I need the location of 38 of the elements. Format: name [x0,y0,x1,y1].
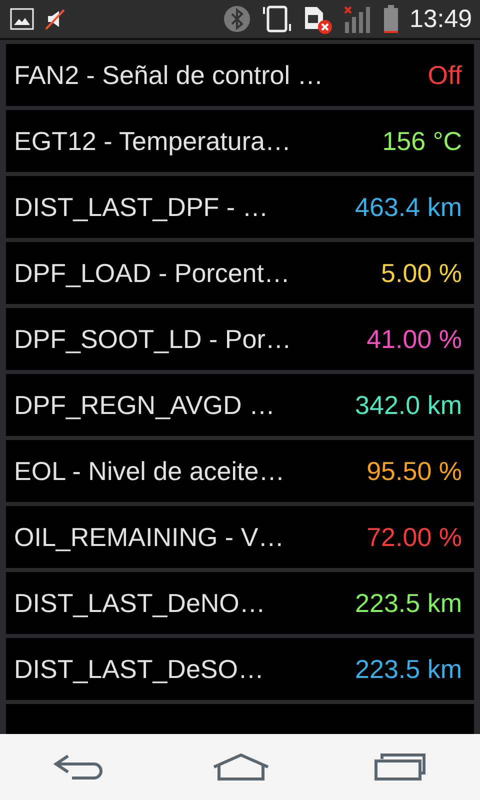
image-icon [10,8,34,30]
list-item[interactable]: OIL_REMAINING - V… 72.00 % [6,506,474,568]
parameter-label: DIST_LAST_DPF - … [14,192,270,222]
parameter-label: OIL_REMAINING - V… [14,522,286,552]
recent-apps-icon[interactable] [374,753,428,781]
parameter-value: 41.00 % [366,324,462,354]
list-item[interactable]: DIST_LAST_DeNO… 223.5 km [6,572,474,634]
mute-icon [44,8,66,30]
battery-icon [383,4,400,34]
parameter-label: EOL - Nivel de aceite… [14,456,286,486]
parameter-label: DPF_LOAD - Porcent… [14,258,291,288]
parameter-label: EGT12 - Temperatura… [14,126,292,156]
home-icon[interactable] [212,753,270,781]
list-item[interactable]: FAN2 - Señal de control … Off [6,44,474,106]
list-item[interactable]: DIST_LAST_DeSO… 223.5 km [6,638,474,700]
clock: 13:49 [409,4,472,34]
parameter-label: DIST_LAST_DeNO… [14,588,266,618]
parameter-label: DPF_SOOT_LD - Por… [14,324,292,354]
list-item[interactable]: DPF_REGN_AVGD … 342.0 km [6,374,474,436]
bluetooth-icon [223,5,252,33]
parameter-label: DPF_REGN_AVGD … [14,390,276,420]
list-item[interactable]: DPF_LOAD - Porcent… 5.00 % [6,242,474,304]
parameter-value: 5.00 % [381,258,462,288]
parameter-value: 223.5 km [355,654,462,684]
parameter-value: 95.50 % [366,456,462,486]
parameter-value: 156 °C [382,126,462,156]
parameter-value: 223.5 km [355,588,462,618]
list-item[interactable]: DPF_SOOT_LD - Por… 41.00 % [6,308,474,370]
parameter-value: 463.4 km [355,192,462,222]
list-item[interactable]: EOL - Nivel de aceite… 95.50 % [6,440,474,502]
list-item[interactable]: EGT12 - Temperatura… 156 °C [6,110,474,172]
parameter-value: 342.0 km [355,390,462,420]
rotation-icon [261,4,294,34]
parameter-label: DIST_LAST_DeSO… [14,654,265,684]
parameter-label: FAN2 - Señal de control … [14,60,324,90]
parameter-value: 72.00 % [366,522,462,552]
parameter-value: Off [428,60,462,90]
list-item[interactable]: DIST_LAST_DPF - … 463.4 km [6,176,474,238]
